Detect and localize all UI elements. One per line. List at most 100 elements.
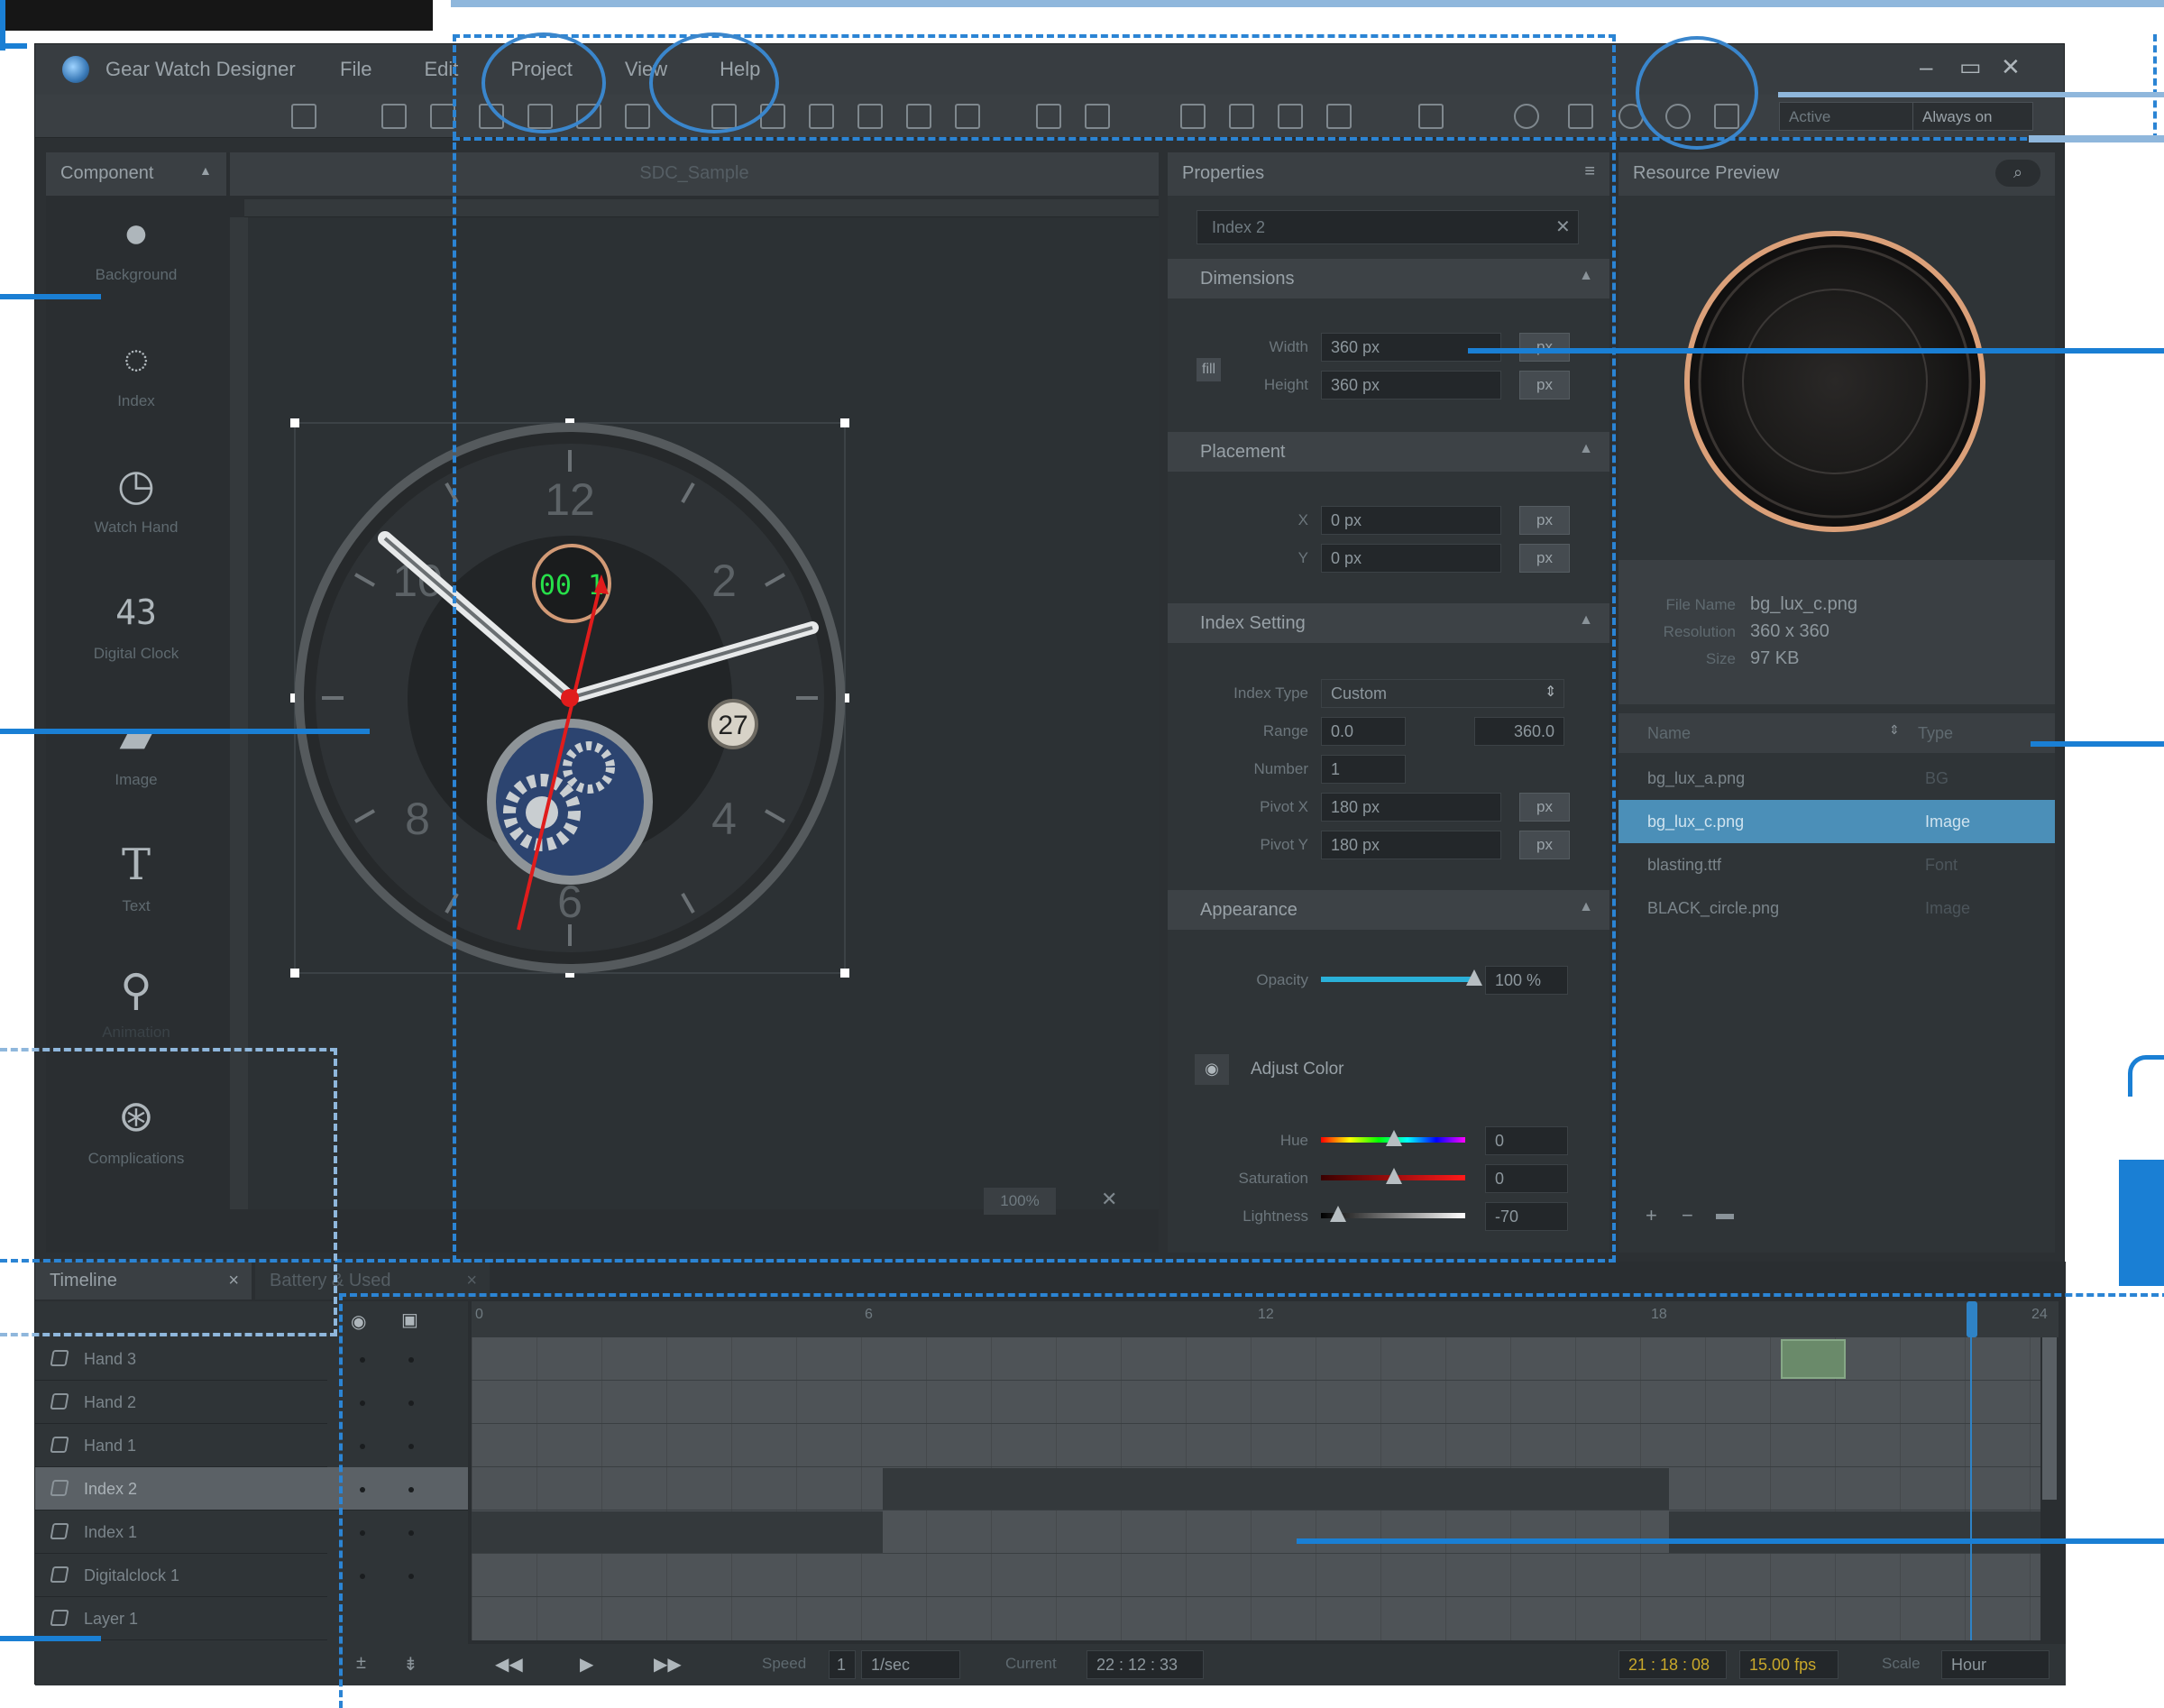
layer-icon bbox=[50, 1566, 69, 1583]
layer-row[interactable]: Layer 1 bbox=[35, 1597, 327, 1640]
annotation-arrow bbox=[0, 1636, 101, 1641]
annotation-line bbox=[2128, 1055, 2164, 1097]
component-label: Index bbox=[117, 392, 155, 409]
clock-icon: ● bbox=[123, 209, 150, 257]
col-name[interactable]: Name bbox=[1647, 724, 1691, 743]
annotation-circle-project bbox=[481, 32, 606, 133]
component-text[interactable]: T Text bbox=[46, 841, 226, 915]
resource-title: Resource Preview bbox=[1633, 163, 1780, 183]
layer-icon bbox=[50, 1480, 69, 1496]
app-logo-icon bbox=[62, 56, 89, 83]
annotation-region-main bbox=[453, 34, 1616, 1263]
resource-row[interactable]: bg_lux_a.png BG bbox=[1618, 757, 2055, 800]
layer-row[interactable]: Hand 1 bbox=[35, 1424, 327, 1467]
handle-bl bbox=[290, 969, 299, 978]
layer-icon bbox=[50, 1437, 69, 1453]
annotation-arrow bbox=[1468, 348, 2164, 354]
resource-row[interactable]: BLACK_circle.png Image bbox=[1618, 886, 2055, 930]
layer-name: Index 2 bbox=[84, 1480, 138, 1498]
component-label: Background bbox=[95, 266, 178, 283]
annotation-block bbox=[2119, 1160, 2164, 1286]
annotation-region-timeline bbox=[339, 1293, 2164, 1708]
component-label: Animation bbox=[102, 1024, 170, 1041]
index-icon: ◌ bbox=[123, 335, 150, 383]
annotation-arrow bbox=[1297, 1538, 2164, 1544]
text-icon: T bbox=[121, 840, 151, 890]
annotation-arrow bbox=[1778, 92, 2164, 97]
fit-screen-icon[interactable] bbox=[291, 104, 316, 129]
component-index[interactable]: ◌ Index bbox=[46, 336, 226, 410]
component-digital-clock[interactable]: 43 Digital Clock bbox=[46, 589, 226, 663]
layer-row[interactable]: Index 1 bbox=[35, 1511, 327, 1554]
app-title: Gear Watch Designer bbox=[105, 58, 296, 80]
layer-row[interactable]: Hand 2 bbox=[35, 1381, 327, 1424]
layer-name: Hand 3 bbox=[84, 1350, 137, 1368]
folder-icon[interactable]: ▬ bbox=[1716, 1204, 1734, 1225]
component-watch-hand[interactable]: ◷ Watch Hand bbox=[46, 463, 226, 537]
component-panel-title: Component bbox=[60, 163, 154, 183]
annotation-arrow bbox=[2031, 741, 2164, 747]
layer-name: Index 1 bbox=[84, 1523, 138, 1541]
resource-preview-image bbox=[1684, 231, 1985, 532]
component-animation[interactable]: ⚲ Animation bbox=[46, 968, 226, 1042]
layer-name: Layer 1 bbox=[84, 1610, 139, 1628]
resource-table-header: Name ⇕ Type bbox=[1618, 713, 2055, 753]
layer-row[interactable]: Hand 3 bbox=[35, 1337, 327, 1381]
align-center-icon[interactable] bbox=[430, 104, 455, 129]
resource-panel: Resource Preview ⌕ File Name bg_lux_c.pn… bbox=[1618, 152, 2055, 1253]
align-left-icon[interactable] bbox=[381, 104, 407, 129]
menu-file[interactable]: File bbox=[340, 58, 371, 81]
annotation-block bbox=[0, 0, 433, 31]
numeral-8: 8 bbox=[405, 794, 430, 844]
col-type[interactable]: Type bbox=[1918, 724, 1953, 743]
resource-row-type: Image bbox=[1925, 899, 1971, 917]
annotation-region-complications bbox=[0, 1048, 337, 1336]
layer-icon bbox=[50, 1393, 69, 1410]
resource-row-selected[interactable]: bg_lux_c.png Image bbox=[1618, 800, 2055, 843]
component-panel-header: Component ▲ bbox=[46, 152, 226, 196]
layer-row[interactable]: Digitalclock 1 bbox=[35, 1554, 327, 1597]
annotation-line bbox=[2029, 135, 2164, 142]
image-icon: ▰ bbox=[119, 714, 153, 762]
component-image[interactable]: ▰ Image bbox=[46, 715, 226, 789]
resource-row[interactable]: blasting.ttf Font bbox=[1618, 843, 2055, 886]
layer-name: Hand 1 bbox=[84, 1437, 137, 1455]
animation-icon: ⚲ bbox=[120, 967, 152, 1015]
collapse-icon[interactable]: ▲ bbox=[199, 163, 212, 178]
close-tab-icon[interactable]: × bbox=[466, 1271, 477, 1291]
resource-row-type: BG bbox=[1925, 769, 1949, 787]
annotation-circle-help bbox=[649, 32, 779, 133]
resolution-value: 360 x 360 bbox=[1750, 621, 1829, 641]
handle-tl bbox=[290, 418, 299, 427]
search-icon[interactable]: ⌕ bbox=[1995, 160, 2040, 187]
layer-name: Digitalclock 1 bbox=[84, 1566, 180, 1584]
remove-resource-icon[interactable]: − bbox=[1682, 1204, 1693, 1227]
resolution-label: Resolution bbox=[1663, 623, 1736, 640]
layer-icon bbox=[50, 1350, 69, 1366]
file-name-label: File Name bbox=[1665, 596, 1736, 613]
component-background[interactable]: ● Background bbox=[46, 210, 226, 284]
digital-clock-icon: 43 bbox=[115, 592, 157, 632]
resource-header: Resource Preview ⌕ bbox=[1618, 152, 2055, 196]
resource-row-name: bg_lux_c.png bbox=[1647, 813, 1745, 831]
resource-row-type: Image bbox=[1925, 813, 1971, 831]
component-label: Digital Clock bbox=[93, 645, 179, 662]
layer-icon bbox=[50, 1523, 69, 1539]
annotation-arrow bbox=[0, 729, 370, 734]
resource-row-type: Font bbox=[1925, 856, 1958, 874]
component-label: Text bbox=[122, 897, 151, 914]
file-name-value: bg_lux_c.png bbox=[1750, 594, 1857, 614]
size-label: Size bbox=[1705, 650, 1736, 667]
component-label: Watch Hand bbox=[94, 519, 179, 536]
layer-name: Hand 2 bbox=[84, 1393, 137, 1411]
size-value: 97 KB bbox=[1750, 648, 1800, 668]
resource-info: File Name bg_lux_c.png Resolution 360 x … bbox=[1618, 560, 2055, 704]
annotation-circle-search bbox=[1636, 36, 1758, 150]
sort-icon[interactable]: ⇕ bbox=[1889, 722, 1900, 738]
resource-row-name: bg_lux_a.png bbox=[1647, 769, 1746, 787]
layer-icon bbox=[50, 1610, 69, 1626]
component-label: Image bbox=[115, 771, 158, 788]
annotation-arrow bbox=[0, 294, 101, 299]
annotation-line bbox=[451, 0, 2164, 7]
add-resource-icon[interactable]: + bbox=[1646, 1204, 1657, 1227]
